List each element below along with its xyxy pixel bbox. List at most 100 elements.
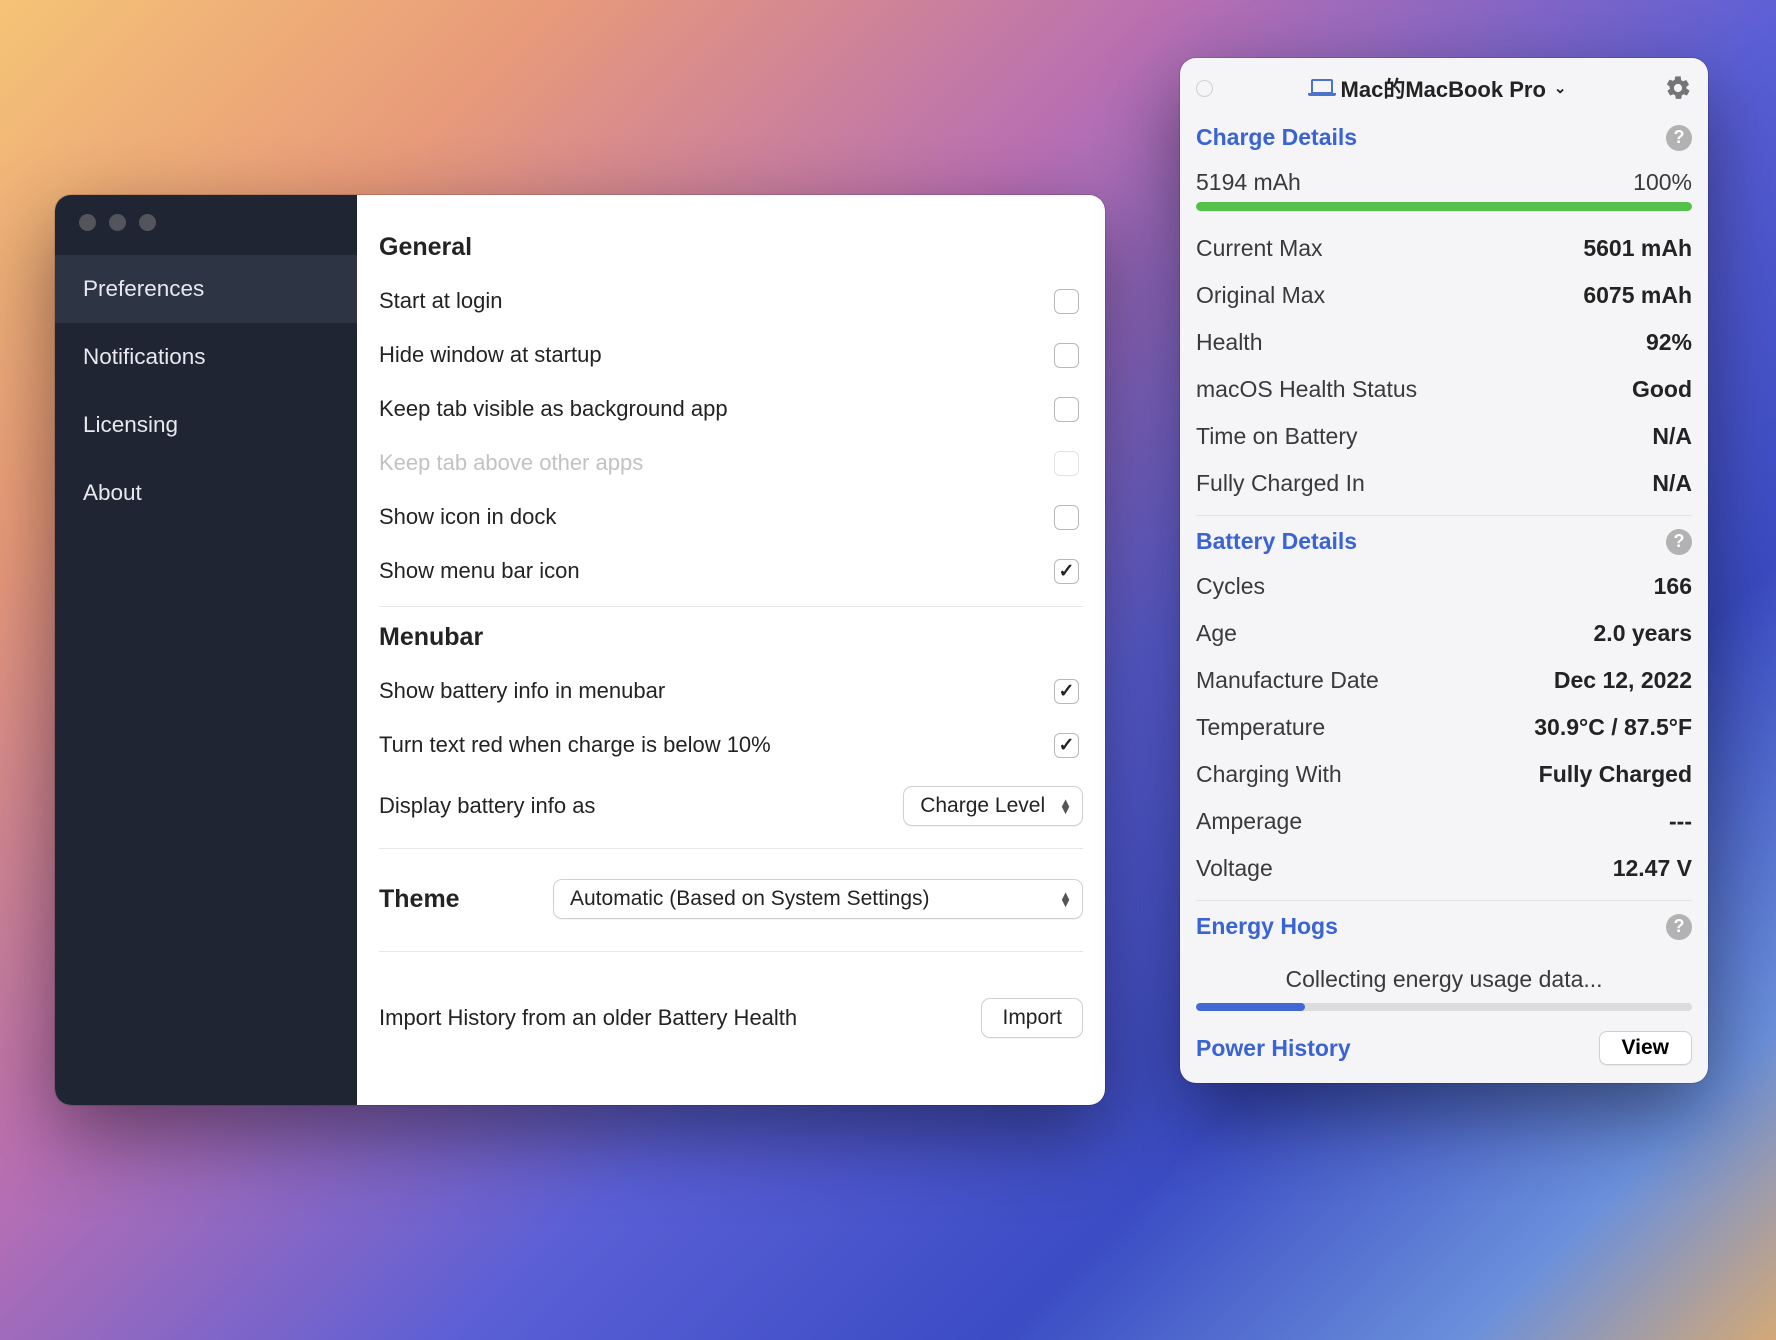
stat-row-charging-with: Charging With Fully Charged xyxy=(1196,751,1692,798)
select-theme[interactable]: Automatic (Based on System Settings) ▲▼ xyxy=(553,879,1083,919)
sidebar-item-label: Preferences xyxy=(83,276,204,301)
stat-value: N/A xyxy=(1652,423,1692,450)
battery-titlebar: Mac的MacBook Pro ⌄ xyxy=(1180,58,1708,112)
charge-percent: 100% xyxy=(1633,169,1692,196)
stat-row-age: Age 2.0 years xyxy=(1196,610,1692,657)
pref-row-hide-window: Hide window at startup xyxy=(379,328,1083,382)
stat-row-macos-health: macOS Health Status Good xyxy=(1196,366,1692,413)
pref-row-show-battery-info: Show battery info in menubar xyxy=(379,664,1083,718)
stat-label: macOS Health Status xyxy=(1196,376,1417,403)
stat-label: Manufacture Date xyxy=(1196,667,1379,694)
section-title-general: General xyxy=(379,233,1083,262)
select-display-as[interactable]: Charge Level ▲▼ xyxy=(903,786,1083,826)
section-header-power-history: Power History View xyxy=(1196,1021,1692,1069)
minimize-icon[interactable] xyxy=(109,214,126,231)
pref-row-text-red: Turn text red when charge is below 10% xyxy=(379,718,1083,772)
section-header-energy-hogs: Energy Hogs ? xyxy=(1196,900,1692,948)
preferences-content: General Start at login Hide window at st… xyxy=(357,195,1105,1105)
stat-row-temperature: Temperature 30.9°C / 87.5°F xyxy=(1196,704,1692,751)
stat-row-amperage: Amperage --- xyxy=(1196,798,1692,845)
section-header-battery-details: Battery Details ? xyxy=(1196,515,1692,563)
stat-row-health: Health 92% xyxy=(1196,319,1692,366)
help-icon[interactable]: ? xyxy=(1666,529,1692,555)
stat-value: Fully Charged xyxy=(1539,761,1692,788)
stat-row-cycles: Cycles 166 xyxy=(1196,563,1692,610)
section-title: Charge Details xyxy=(1196,124,1357,151)
sidebar-item-label: About xyxy=(83,480,142,505)
stat-row-voltage: Voltage 12.47 V xyxy=(1196,845,1692,892)
pref-row-display-as: Display battery info as Charge Level ▲▼ xyxy=(379,772,1083,840)
stat-value: 12.47 V xyxy=(1613,855,1692,882)
checkbox-keep-tab-visible[interactable] xyxy=(1054,397,1079,422)
divider xyxy=(379,606,1083,607)
battery-body: Charge Details ? 5194 mAh 100% Current M… xyxy=(1180,112,1708,1069)
view-button[interactable]: View xyxy=(1599,1031,1692,1065)
pref-label: Start at login xyxy=(379,288,503,314)
charge-mah: 5194 mAh xyxy=(1196,169,1301,196)
checkbox-hide-window[interactable] xyxy=(1054,343,1079,368)
checkbox-text-red[interactable] xyxy=(1054,733,1079,758)
chevron-updown-icon: ▲▼ xyxy=(1059,799,1072,813)
pref-label: Show icon in dock xyxy=(379,504,556,530)
pref-label: Display battery info as xyxy=(379,793,595,819)
stat-value: Dec 12, 2022 xyxy=(1554,667,1692,694)
sidebar-item-licensing[interactable]: Licensing xyxy=(55,391,357,459)
help-icon[interactable]: ? xyxy=(1666,914,1692,940)
pref-row-start-at-login: Start at login xyxy=(379,274,1083,328)
stat-value: Good xyxy=(1632,376,1692,403)
stat-label: Health xyxy=(1196,329,1262,356)
laptop-icon xyxy=(1311,79,1333,94)
stat-row-fully-charged-in: Fully Charged In N/A xyxy=(1196,460,1692,507)
window-controls xyxy=(55,195,357,255)
preferences-window: Preferences Notifications Licensing Abou… xyxy=(55,195,1105,1105)
stat-label: Time on Battery xyxy=(1196,423,1357,450)
section-title-theme: Theme xyxy=(379,885,460,914)
stat-row-original-max: Original Max 6075 mAh xyxy=(1196,272,1692,319)
charge-summary: 5194 mAh 100% xyxy=(1196,159,1692,202)
close-icon[interactable] xyxy=(1196,80,1213,97)
stat-value: 30.9°C / 87.5°F xyxy=(1534,714,1692,741)
close-icon[interactable] xyxy=(79,214,96,231)
help-icon[interactable]: ? xyxy=(1666,125,1692,151)
stat-label: Temperature xyxy=(1196,714,1325,741)
divider xyxy=(379,848,1083,849)
divider xyxy=(379,951,1083,952)
device-selector[interactable]: Mac的MacBook Pro ⌄ xyxy=(1223,72,1654,104)
section-title-menubar: Menubar xyxy=(379,623,1083,652)
pref-row-show-menu-bar-icon: Show menu bar icon xyxy=(379,544,1083,598)
section-title: Power History xyxy=(1196,1035,1351,1062)
checkbox-start-at-login[interactable] xyxy=(1054,289,1079,314)
stat-row-time-on-battery: Time on Battery N/A xyxy=(1196,413,1692,460)
checkbox-show-dock-icon[interactable] xyxy=(1054,505,1079,530)
stat-label: Amperage xyxy=(1196,808,1302,835)
section-header-charge-details: Charge Details ? xyxy=(1196,112,1692,159)
checkbox-show-menu-bar-icon[interactable] xyxy=(1054,559,1079,584)
zoom-icon[interactable] xyxy=(139,214,156,231)
pref-label: Turn text red when charge is below 10% xyxy=(379,732,771,758)
import-button[interactable]: Import xyxy=(981,998,1083,1038)
pref-row-theme: Theme Automatic (Based on System Setting… xyxy=(379,865,1083,933)
select-value: Charge Level xyxy=(920,794,1045,818)
chevron-down-icon: ⌄ xyxy=(1554,79,1567,97)
stat-label: Original Max xyxy=(1196,282,1325,309)
stat-label: Voltage xyxy=(1196,855,1273,882)
pref-label: Keep tab above other apps xyxy=(379,450,643,476)
pref-row-import: Import History from an older Battery Hea… xyxy=(379,968,1083,1038)
preferences-sidebar: Preferences Notifications Licensing Abou… xyxy=(55,195,357,1105)
sidebar-item-preferences[interactable]: Preferences xyxy=(55,255,357,323)
gear-icon[interactable] xyxy=(1664,74,1692,102)
stat-label: Charging With xyxy=(1196,761,1342,788)
stat-value: 5601 mAh xyxy=(1583,235,1692,262)
import-label: Import History from an older Battery Hea… xyxy=(379,1005,797,1031)
pref-label: Show battery info in menubar xyxy=(379,678,665,704)
pref-label: Hide window at startup xyxy=(379,342,602,368)
checkbox-keep-tab-above xyxy=(1054,451,1079,476)
select-value: Automatic (Based on System Settings) xyxy=(570,887,930,911)
stat-value: 166 xyxy=(1654,573,1692,600)
checkbox-show-battery-info[interactable] xyxy=(1054,679,1079,704)
stat-value: 6075 mAh xyxy=(1583,282,1692,309)
energy-progress xyxy=(1196,1003,1692,1011)
sidebar-item-notifications[interactable]: Notifications xyxy=(55,323,357,391)
sidebar-item-about[interactable]: About xyxy=(55,459,357,527)
stat-value: 92% xyxy=(1646,329,1692,356)
